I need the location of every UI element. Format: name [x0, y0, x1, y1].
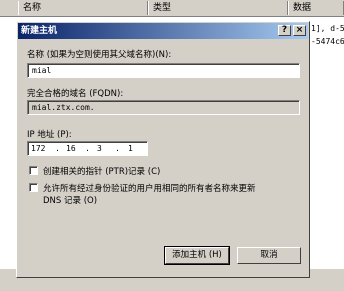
cancel-button[interactable]: 取消	[237, 247, 301, 264]
host-name-input[interactable]: mial	[27, 63, 300, 78]
fqdn-field: mial.ztx.com.	[27, 100, 300, 115]
ip-address-input[interactable]: 172 . 16 . 3 . 1	[27, 141, 148, 156]
allow-update-label: 允许所有经过身份验证的用户用相同的所有者名称来更新	[43, 184, 256, 194]
ptr-record-checkbox[interactable]	[29, 166, 38, 175]
ip-separator: .	[85, 144, 90, 153]
add-host-button[interactable]: 添加主机 (H)	[164, 246, 230, 265]
ip-separator: .	[115, 144, 120, 153]
new-host-dialog: 新建主机 ? × 名称 (如果为空则使用其父域名称)(N): mial 完全合格…	[16, 21, 310, 278]
help-button[interactable]: ?	[278, 25, 291, 36]
list-header: 名称 类型 数据	[0, 0, 344, 17]
list-cell-data: -5474c6f	[311, 37, 344, 46]
ip-separator: .	[55, 144, 60, 153]
allow-update-checkbox[interactable]	[29, 183, 38, 192]
fqdn-label: 完全合格的域名 (FQDN):	[27, 89, 124, 99]
column-header-data[interactable]: 数据	[288, 1, 344, 15]
close-button[interactable]: ×	[293, 25, 306, 36]
list-cell-data: 1], d-50	[311, 24, 344, 33]
ip-octet-4[interactable]: 1	[128, 142, 146, 155]
column-header-type[interactable]: 类型	[148, 1, 288, 15]
ip-octet-3[interactable]: 3	[97, 142, 115, 155]
column-header-name[interactable]: 名称	[18, 1, 148, 15]
ptr-record-label: 创建相关的指针 (PTR)记录 (C)	[43, 167, 161, 177]
dialog-title: 新建主机	[21, 26, 58, 36]
ip-octet-2[interactable]: 16	[66, 142, 84, 155]
ip-octet-1[interactable]: 172	[31, 142, 49, 155]
allow-update-label-line2: DNS 记录 (O)	[43, 196, 98, 206]
ip-address-label: IP 地址 (P):	[27, 130, 72, 140]
dialog-titlebar[interactable]: 新建主机 ? ×	[18, 23, 308, 39]
host-name-label: 名称 (如果为空则使用其父域名称)(N):	[27, 50, 172, 60]
